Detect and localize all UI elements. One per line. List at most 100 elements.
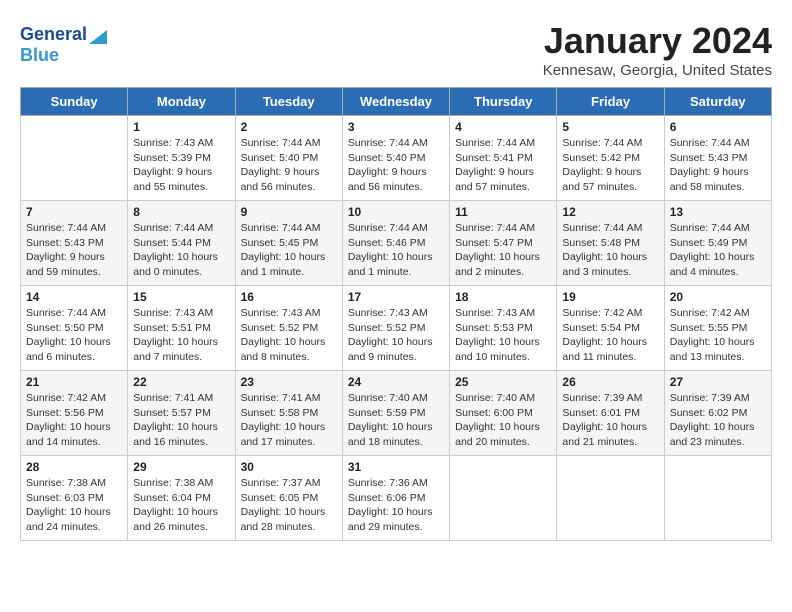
logo-arrow-icon (89, 26, 107, 44)
logo-blue: Blue (20, 45, 59, 66)
day-detail: Sunrise: 7:42 AMSunset: 5:54 PMDaylight:… (562, 306, 658, 365)
day-detail: Sunrise: 7:38 AMSunset: 6:04 PMDaylight:… (133, 476, 229, 535)
day-number: 12 (562, 205, 658, 219)
weekday-header-monday: Monday (128, 88, 235, 116)
day-detail: Sunrise: 7:42 AMSunset: 5:56 PMDaylight:… (26, 391, 122, 450)
day-number: 13 (670, 205, 766, 219)
calendar-cell: 18 Sunrise: 7:43 AMSunset: 5:53 PMDayligh… (450, 286, 557, 371)
calendar-cell: 10 Sunrise: 7:44 AMSunset: 5:46 PMDayligh… (342, 201, 449, 286)
day-number: 22 (133, 375, 229, 389)
calendar-cell: 31 Sunrise: 7:36 AMSunset: 6:06 PMDayligh… (342, 456, 449, 541)
day-detail: Sunrise: 7:44 AMSunset: 5:40 PMDaylight:… (241, 136, 337, 195)
day-number: 28 (26, 460, 122, 474)
calendar-cell (557, 456, 664, 541)
day-detail: Sunrise: 7:37 AMSunset: 6:05 PMDaylight:… (241, 476, 337, 535)
calendar-cell: 27 Sunrise: 7:39 AMSunset: 6:02 PMDayligh… (664, 371, 771, 456)
calendar-cell: 3 Sunrise: 7:44 AMSunset: 5:40 PMDaylight… (342, 116, 449, 201)
day-number: 25 (455, 375, 551, 389)
calendar-cell: 4 Sunrise: 7:44 AMSunset: 5:41 PMDaylight… (450, 116, 557, 201)
day-detail: Sunrise: 7:42 AMSunset: 5:55 PMDaylight:… (670, 306, 766, 365)
weekday-header-sunday: Sunday (21, 88, 128, 116)
day-number: 4 (455, 120, 551, 134)
day-detail: Sunrise: 7:38 AMSunset: 6:03 PMDaylight:… (26, 476, 122, 535)
calendar-cell (450, 456, 557, 541)
day-number: 20 (670, 290, 766, 304)
day-number: 14 (26, 290, 122, 304)
calendar-cell: 15 Sunrise: 7:43 AMSunset: 5:51 PMDayligh… (128, 286, 235, 371)
day-number: 19 (562, 290, 658, 304)
calendar-cell: 13 Sunrise: 7:44 AMSunset: 5:49 PMDayligh… (664, 201, 771, 286)
calendar-cell: 19 Sunrise: 7:42 AMSunset: 5:54 PMDayligh… (557, 286, 664, 371)
day-number: 11 (455, 205, 551, 219)
day-number: 30 (241, 460, 337, 474)
day-number: 9 (241, 205, 337, 219)
calendar-table: SundayMondayTuesdayWednesdayThursdayFrid… (20, 87, 772, 541)
calendar-cell: 9 Sunrise: 7:44 AMSunset: 5:45 PMDaylight… (235, 201, 342, 286)
day-detail: Sunrise: 7:43 AMSunset: 5:51 PMDaylight:… (133, 306, 229, 365)
day-detail: Sunrise: 7:44 AMSunset: 5:50 PMDaylight:… (26, 306, 122, 365)
day-number: 1 (133, 120, 229, 134)
calendar-cell: 22 Sunrise: 7:41 AMSunset: 5:57 PMDayligh… (128, 371, 235, 456)
day-number: 16 (241, 290, 337, 304)
calendar-cell: 6 Sunrise: 7:44 AMSunset: 5:43 PMDaylight… (664, 116, 771, 201)
calendar-cell: 17 Sunrise: 7:43 AMSunset: 5:52 PMDayligh… (342, 286, 449, 371)
weekday-header-tuesday: Tuesday (235, 88, 342, 116)
calendar-cell: 11 Sunrise: 7:44 AMSunset: 5:47 PMDayligh… (450, 201, 557, 286)
calendar-cell: 21 Sunrise: 7:42 AMSunset: 5:56 PMDayligh… (21, 371, 128, 456)
day-detail: Sunrise: 7:41 AMSunset: 5:58 PMDaylight:… (241, 391, 337, 450)
day-detail: Sunrise: 7:36 AMSunset: 6:06 PMDaylight:… (348, 476, 444, 535)
day-detail: Sunrise: 7:44 AMSunset: 5:46 PMDaylight:… (348, 221, 444, 280)
day-number: 10 (348, 205, 444, 219)
day-detail: Sunrise: 7:44 AMSunset: 5:43 PMDaylight:… (26, 221, 122, 280)
day-number: 26 (562, 375, 658, 389)
day-number: 21 (26, 375, 122, 389)
day-number: 3 (348, 120, 444, 134)
calendar-cell: 28 Sunrise: 7:38 AMSunset: 6:03 PMDayligh… (21, 456, 128, 541)
day-number: 24 (348, 375, 444, 389)
day-number: 31 (348, 460, 444, 474)
day-detail: Sunrise: 7:44 AMSunset: 5:40 PMDaylight:… (348, 136, 444, 195)
day-detail: Sunrise: 7:39 AMSunset: 6:02 PMDaylight:… (670, 391, 766, 450)
day-number: 6 (670, 120, 766, 134)
day-detail: Sunrise: 7:40 AMSunset: 6:00 PMDaylight:… (455, 391, 551, 450)
day-detail: Sunrise: 7:44 AMSunset: 5:49 PMDaylight:… (670, 221, 766, 280)
calendar-cell: 26 Sunrise: 7:39 AMSunset: 6:01 PMDayligh… (557, 371, 664, 456)
day-detail: Sunrise: 7:44 AMSunset: 5:41 PMDaylight:… (455, 136, 551, 195)
calendar-cell (21, 116, 128, 201)
day-detail: Sunrise: 7:44 AMSunset: 5:45 PMDaylight:… (241, 221, 337, 280)
calendar-cell: 12 Sunrise: 7:44 AMSunset: 5:48 PMDayligh… (557, 201, 664, 286)
calendar-cell: 7Sunrise: 7:44 AMSunset: 5:43 PMDaylight… (21, 201, 128, 286)
day-number: 5 (562, 120, 658, 134)
day-detail: Sunrise: 7:43 AMSunset: 5:52 PMDaylight:… (241, 306, 337, 365)
weekday-header-wednesday: Wednesday (342, 88, 449, 116)
day-detail: Sunrise: 7:40 AMSunset: 5:59 PMDaylight:… (348, 391, 444, 450)
calendar-cell: 1 Sunrise: 7:43 AMSunset: 5:39 PMDaylight… (128, 116, 235, 201)
day-detail: Sunrise: 7:44 AMSunset: 5:43 PMDaylight:… (670, 136, 766, 195)
calendar-cell: 5 Sunrise: 7:44 AMSunset: 5:42 PMDaylight… (557, 116, 664, 201)
day-detail: Sunrise: 7:43 AMSunset: 5:53 PMDaylight:… (455, 306, 551, 365)
day-detail: Sunrise: 7:44 AMSunset: 5:44 PMDaylight:… (133, 221, 229, 280)
calendar-cell (664, 456, 771, 541)
day-number: 17 (348, 290, 444, 304)
calendar-cell: 14 Sunrise: 7:44 AMSunset: 5:50 PMDayligh… (21, 286, 128, 371)
day-number: 18 (455, 290, 551, 304)
calendar-cell: 24 Sunrise: 7:40 AMSunset: 5:59 PMDayligh… (342, 371, 449, 456)
weekday-header-thursday: Thursday (450, 88, 557, 116)
calendar-subtitle: Kennesaw, Georgia, United States (20, 62, 772, 79)
calendar-cell: 8Sunrise: 7:44 AMSunset: 5:44 PMDaylight… (128, 201, 235, 286)
day-detail: Sunrise: 7:44 AMSunset: 5:48 PMDaylight:… (562, 221, 658, 280)
day-detail: Sunrise: 7:39 AMSunset: 6:01 PMDaylight:… (562, 391, 658, 450)
day-detail: Sunrise: 7:43 AMSunset: 5:39 PMDaylight:… (133, 136, 229, 195)
day-detail: Sunrise: 7:43 AMSunset: 5:52 PMDaylight:… (348, 306, 444, 365)
calendar-cell: 2 Sunrise: 7:44 AMSunset: 5:40 PMDaylight… (235, 116, 342, 201)
day-number: 2 (241, 120, 337, 134)
day-number: 15 (133, 290, 229, 304)
day-detail: Sunrise: 7:44 AMSunset: 5:42 PMDaylight:… (562, 136, 658, 195)
calendar-cell: 20 Sunrise: 7:42 AMSunset: 5:55 PMDayligh… (664, 286, 771, 371)
day-number: 27 (670, 375, 766, 389)
day-detail: Sunrise: 7:41 AMSunset: 5:57 PMDaylight:… (133, 391, 229, 450)
calendar-title: January 2024 (20, 20, 772, 62)
weekday-header-saturday: Saturday (664, 88, 771, 116)
day-detail: Sunrise: 7:44 AMSunset: 5:47 PMDaylight:… (455, 221, 551, 280)
logo-general: General (20, 24, 87, 45)
